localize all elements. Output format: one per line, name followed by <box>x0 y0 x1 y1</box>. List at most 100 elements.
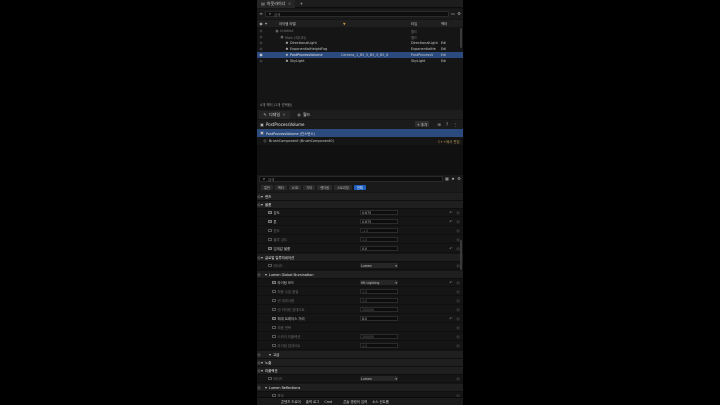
override-checkbox[interactable] <box>272 343 276 348</box>
override-checkbox[interactable] <box>268 219 272 224</box>
chevron-down-icon[interactable]: ▾ <box>260 194 264 199</box>
column-other[interactable]: 액터 <box>441 21 447 26</box>
override-checkbox[interactable] <box>268 246 272 251</box>
property-row[interactable]: 강도 0.675 ↶ ◇ <box>257 209 463 217</box>
column-sort-icon[interactable]: ▼ <box>343 22 346 26</box>
bottombar-item-3[interactable]: 콘솔 명령어 입력 <box>343 399 367 404</box>
property-row[interactable]: 한도 -1.0 ◇ <box>257 227 463 235</box>
reset-arrow-icon[interactable]: ↶ <box>449 219 453 224</box>
keyframe-icon[interactable]: ◇ <box>456 298 460 303</box>
property-section[interactable]: ▾ 블룸 ◇ <box>257 201 463 209</box>
property-value-input[interactable]: 1.0 <box>360 298 398 303</box>
property-value-input[interactable]: 1.0 <box>360 237 398 242</box>
property-row[interactable]: 최종 반복 ◇ <box>257 324 463 332</box>
property-row[interactable]: 메서드 Lumen ▾ ◇ <box>257 262 463 270</box>
keyframe-icon[interactable]: ◇ <box>456 219 460 224</box>
chevron-down-icon[interactable]: ▾ <box>260 360 264 365</box>
keyframe-icon[interactable]: ◇ <box>257 272 261 277</box>
property-section[interactable]: ▾ 리플렉션 ◇ <box>257 367 463 375</box>
blueprint-icon[interactable]: ⊞ <box>437 122 441 127</box>
property-section[interactable]: ▾ 글로벌 일루미네이션 ◇ <box>257 254 463 262</box>
keyframe-icon[interactable]: ◇ <box>456 325 460 330</box>
chevron-down-icon[interactable]: ▾ <box>264 385 268 390</box>
property-section[interactable]: ▾ Lumen Global Illumination ◇ <box>257 271 463 279</box>
settings-icon[interactable]: ⚙ <box>457 177 461 181</box>
eye-icon[interactable]: ◉ <box>259 41 263 45</box>
property-dropdown[interactable]: Hit Lighting ▾ <box>360 280 398 285</box>
eye-icon[interactable]: ◉ <box>259 35 263 39</box>
outliner-scrollbar[interactable] <box>460 28 462 48</box>
property-value-input[interactable]: 0.675 <box>360 219 398 224</box>
override-checkbox[interactable] <box>272 289 276 294</box>
details-scrollbar[interactable] <box>460 240 462 270</box>
reset-arrow-icon[interactable]: ↶ <box>449 246 453 251</box>
keyframe-icon[interactable]: ◇ <box>456 210 460 215</box>
eye-icon[interactable]: ◉ <box>259 59 263 63</box>
property-section[interactable]: ▾ 노출 ◇ <box>257 359 463 367</box>
chevron-down-icon[interactable]: ▾ <box>268 352 272 357</box>
keyframe-icon[interactable]: ◇ <box>456 334 460 339</box>
eye-icon[interactable]: ◉ <box>259 47 263 51</box>
keyframe-icon[interactable]: ◇ <box>257 385 261 390</box>
eye-icon[interactable]: ◉ <box>259 29 263 33</box>
keyframe-icon[interactable]: ◇ <box>456 228 460 233</box>
property-value-input[interactable]: 1.0 <box>360 343 398 348</box>
override-checkbox[interactable] <box>272 307 276 312</box>
override-checkbox[interactable] <box>268 210 272 215</box>
property-row[interactable]: 라이팅 모드 Hit Lighting ▾ ↶ ◇ <box>257 279 463 287</box>
filter-tab-4[interactable]: 렌더링 <box>317 185 333 190</box>
component-selected[interactable]: ▣ PostProcessVolume (인스턴스) <box>257 129 463 137</box>
column-name[interactable]: 아이템 라벨 <box>279 21 296 26</box>
outliner-search-input[interactable]: ⌕ 검색 <box>265 11 449 17</box>
override-checkbox[interactable] <box>272 334 276 339</box>
property-value-input[interactable]: 1.0 <box>360 289 398 294</box>
component-row[interactable]: ◇ BrushComponent (BrushComponent0) C++에서… <box>257 137 463 145</box>
property-value-input[interactable]: 0.675 <box>360 210 398 215</box>
property-section[interactable]: ▾ Lumen Reflections ◇ <box>257 384 463 392</box>
property-value-input[interactable]: 8.0 <box>360 316 398 321</box>
actor-name[interactable]: PostProcessVolume <box>266 122 304 127</box>
property-row[interactable]: 씬 세부사항 1.0 ◇ <box>257 297 463 305</box>
keyframe-icon[interactable]: ◇ <box>456 343 460 348</box>
property-dropdown[interactable]: Lumen ▾ <box>360 263 398 268</box>
property-row[interactable]: 최종 수집 품질 1.0 ◇ <box>257 288 463 296</box>
property-row[interactable]: 블루 강도 1.0 ◇ <box>257 236 463 244</box>
tree-row[interactable]: ◉ ✱ SkyLight SkyLight Edi <box>257 58 463 64</box>
property-row[interactable]: 메서드 Lumen ▾ ◇ <box>257 375 463 383</box>
add-component-button[interactable]: + 추가 <box>415 121 430 127</box>
add-tab-icon[interactable]: + <box>299 1 303 6</box>
settings-icon[interactable]: ⚙ <box>457 12 461 16</box>
component-row-right[interactable]: C++에서 편집 <box>438 139 460 144</box>
keyframe-icon[interactable]: ◇ <box>456 376 460 381</box>
pin-icon[interactable]: ✦ <box>264 21 268 26</box>
reset-arrow-icon[interactable]: ↶ <box>449 280 453 285</box>
filter-icon[interactable]: ≡ <box>259 12 263 16</box>
close-icon[interactable]: × <box>282 112 286 117</box>
property-section[interactable]: ▾ 렌즈 ◇ <box>257 193 463 201</box>
property-value-input[interactable]: -1.0 <box>360 228 398 233</box>
more-icon[interactable]: ⋮ <box>453 122 457 127</box>
eye-icon[interactable]: ◉ <box>259 21 263 26</box>
details-search-input[interactable]: ⌕ 검색 <box>259 176 443 182</box>
filter-tab-3[interactable]: 기타 <box>303 185 316 190</box>
eye-icon[interactable]: ◉ <box>259 53 263 57</box>
close-icon[interactable]: × <box>287 1 291 6</box>
filter-tab-1[interactable]: 액터 <box>274 185 287 190</box>
override-checkbox[interactable] <box>272 298 276 303</box>
override-checkbox[interactable] <box>272 325 276 330</box>
property-row[interactable]: 임계값 블룸 0.0 ↶ ◇ <box>257 245 463 253</box>
filter-tab-2[interactable]: LOD <box>288 185 302 190</box>
override-checkbox[interactable] <box>268 237 272 242</box>
override-checkbox[interactable] <box>268 376 272 381</box>
chevron-down-icon[interactable]: ▾ <box>260 368 264 373</box>
filter-tab-5[interactable]: 스트리밍 <box>334 185 352 190</box>
chevron-down-icon[interactable]: ▾ <box>260 255 264 260</box>
keyframe-icon[interactable]: ◇ <box>456 316 460 321</box>
filter-tab-6[interactable]: 전체 <box>353 185 366 190</box>
star-icon[interactable]: ★ <box>451 177 455 181</box>
grid-icon[interactable]: ▦ <box>445 177 449 181</box>
bottombar-item-4[interactable]: 소스 컨트롤 <box>372 399 389 404</box>
keyframe-icon[interactable]: ◇ <box>257 352 261 357</box>
chevron-down-icon[interactable]: ▾ <box>260 202 264 207</box>
filter-tab-0[interactable]: 일반 <box>261 185 273 190</box>
